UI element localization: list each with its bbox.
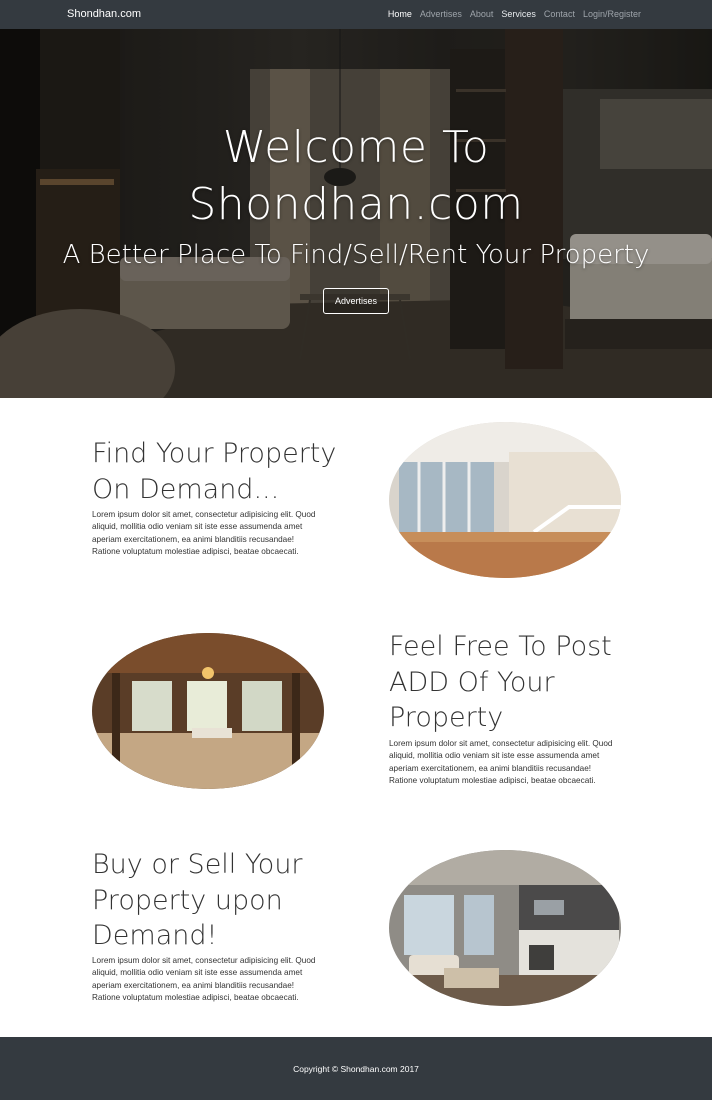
footer-copyright: Copyright © Shondhan.com 2017 — [293, 1064, 419, 1074]
feature-heading: Feel Free To Post ADD Of Your Property — [389, 629, 612, 736]
hero-title: Welcome To Shondhan.com — [0, 119, 712, 233]
feature-heading: Buy or Sell Your Property upon Demand! — [92, 847, 303, 954]
hero-subtitle: A Better Place To Find/Sell/Rent Your Pr… — [62, 240, 650, 270]
feature-heading-line: Property upon — [92, 884, 283, 916]
feature-paragraph: Lorem ipsum dolor sit amet, consectetur … — [389, 738, 612, 788]
feature-text-line: Lorem ipsum dolor sit amet, consectetur … — [389, 739, 613, 748]
nav-link-home[interactable]: Home — [388, 9, 412, 19]
nav-link-services[interactable]: Services — [501, 9, 536, 19]
feature-text-line: Ratione voluptatum molestiae adipisci, b… — [92, 547, 299, 557]
brand-logo-link[interactable]: Shondhan.com — [67, 8, 141, 20]
feature-text-line: aperiam exercitationem, ea animi blandit… — [92, 534, 295, 544]
feature-heading-line: On Demand... — [92, 473, 280, 505]
feature-heading: Find Your Property On Demand... — [92, 436, 336, 507]
feature-text-line: Ratione voluptatum molestiae adipisci, b… — [92, 993, 299, 1003]
feature-text-line: aliquid, mollitia odio veniam sit iste e… — [389, 751, 600, 761]
feature-heading-line: Find Your Property — [92, 438, 337, 469]
nav-link-login-register[interactable]: Login/Register — [583, 9, 641, 19]
feature-text-line: Ratione voluptatum molestiae adipisci, b… — [389, 776, 596, 786]
advertises-button[interactable]: Advertises — [323, 288, 389, 314]
feature-heading-line: Buy or Sell Your — [92, 849, 303, 880]
nav-links: Home Advertises About Services Contact L… — [388, 9, 641, 19]
hero-content: Welcome To Shondhan.com A Better Place T… — [0, 29, 712, 398]
feature-text-line: Lorem ipsum dolor sit amet, consectetur … — [92, 956, 316, 965]
feature-text-line: aliquid, mollitia odio veniam sit iste e… — [92, 522, 303, 532]
feature-paragraph: Lorem ipsum dolor sit amet, consectetur … — [92, 509, 315, 559]
feature-image-living-room — [92, 633, 324, 789]
nav-link-contact[interactable]: Contact — [544, 9, 575, 19]
feature-text-line: aperiam exercitationem, ea animi blandit… — [92, 980, 295, 990]
feature-heading-line: Property — [389, 702, 504, 733]
hero-section: Welcome To Shondhan.com A Better Place T… — [0, 29, 712, 398]
feature-heading-line: Demand! — [92, 920, 218, 951]
feature-heading-line: ADD Of Your — [389, 666, 555, 698]
nav-link-about[interactable]: About — [470, 9, 494, 19]
hero-title-line-2: Shondhan.com — [188, 179, 524, 230]
feature-heading-line: Feel Free To Post — [389, 631, 612, 662]
feature-text-line: Lorem ipsum dolor sit amet, consectetur … — [92, 510, 316, 519]
hero-title-line-1: Welcome To — [222, 122, 490, 173]
feature-paragraph: Lorem ipsum dolor sit amet, consectetur … — [92, 955, 315, 1005]
feature-image-apartment-kitchen — [389, 850, 621, 1006]
feature-text-line: aperiam exercitationem, ea animi blandit… — [389, 763, 592, 773]
top-navbar: Shondhan.com Home Advertises About Servi… — [0, 0, 712, 29]
page-footer: Copyright © Shondhan.com 2017 — [0, 1037, 712, 1100]
nav-link-advertises[interactable]: Advertises — [420, 9, 462, 19]
feature-text-line: aliquid, mollitia odio veniam sit iste e… — [92, 968, 303, 978]
feature-image-empty-room — [389, 422, 621, 578]
